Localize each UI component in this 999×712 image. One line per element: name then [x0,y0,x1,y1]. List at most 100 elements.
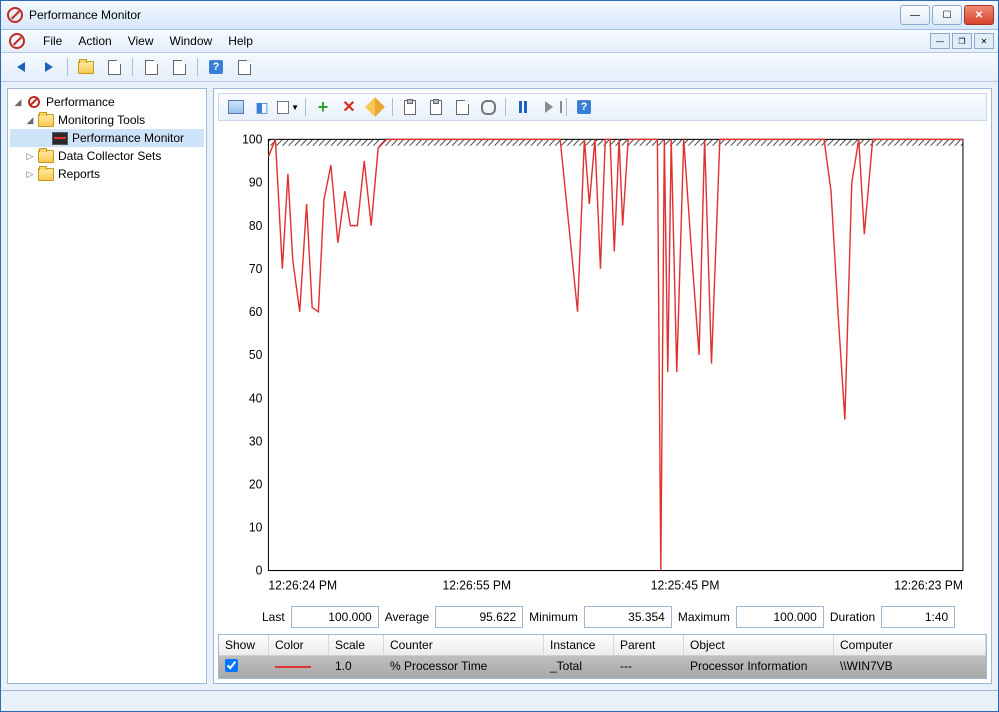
app-icon [7,7,23,23]
app-icon-small [9,33,25,49]
tree-node-data-collector-sets[interactable]: ▷ Data Collector Sets [10,147,204,165]
cell-instance: _Total [544,656,614,678]
nav-forward-button[interactable] [36,55,62,79]
svg-text:80: 80 [249,219,263,233]
pause-icon [519,101,527,113]
graph-icon [228,100,244,114]
properties-button[interactable] [138,55,164,79]
tree-label: Data Collector Sets [58,149,161,163]
tree-node-monitoring-tools[interactable]: ◢ Monitoring Tools [10,111,204,129]
statusbar [1,690,998,711]
tree-label: Monitoring Tools [58,113,145,127]
cube-icon: ◧ [255,99,268,116]
svg-text:90: 90 [249,175,263,189]
paste-button[interactable] [424,95,448,119]
grid-row[interactable]: 1.0 % Processor Time _Total --- Processo… [219,656,986,678]
mdi-minimize-button[interactable]: — [930,33,950,49]
tree-node-performance-monitor[interactable]: Performance Monitor [10,129,204,147]
counter-grid[interactable]: Show Color Scale Counter Instance Parent… [218,634,987,679]
avg-value: 95.622 [435,606,523,628]
nav-tree[interactable]: ◢ Performance ◢ Monitoring Tools Perform… [7,88,207,684]
client-area: ◢ Performance ◢ Monitoring Tools Perform… [1,82,998,690]
menu-file[interactable]: File [35,32,70,50]
last-label: Last [262,610,285,624]
printer-icon [173,60,186,75]
help-icon: ? [577,100,591,114]
view-cube-button[interactable]: ◧ [250,95,274,119]
freeze-button[interactable] [511,95,535,119]
col-computer[interactable]: Computer [834,635,986,655]
up-button[interactable] [73,55,99,79]
col-color[interactable]: Color [269,635,329,655]
max-value: 100.000 [736,606,824,628]
highlight-button[interactable] [363,95,387,119]
min-value: 35.354 [584,606,672,628]
update-button[interactable] [537,95,561,119]
pencil-icon [365,97,385,117]
mdi-close-button[interactable]: ✕ [974,33,994,49]
stats-row: Last 100.000 Average 95.622 Minimum 35.3… [218,602,987,630]
svg-text:70: 70 [249,262,263,276]
color-swatch [275,666,311,668]
grid-header: Show Color Scale Counter Instance Parent… [219,635,986,656]
cell-object: Processor Information [684,656,834,678]
plus-icon: + [318,97,329,118]
app-window: Performance Monitor — ☐ ✕ File Action Vi… [0,0,999,712]
zoom-button[interactable] [476,95,500,119]
view-type-button[interactable]: ▼ [276,95,300,119]
run-button[interactable] [231,55,257,79]
display-type-icon [277,101,289,114]
col-instance[interactable]: Instance [544,635,614,655]
menu-view[interactable]: View [120,32,162,50]
chart-help-button[interactable]: ? [572,95,596,119]
col-show[interactable]: Show [219,635,269,655]
paste-icon [430,100,442,115]
copy-button[interactable] [398,95,422,119]
add-counter-button[interactable]: + [311,95,335,119]
dur-value: 1:40 [881,606,955,628]
svg-text:100: 100 [242,133,262,147]
x-icon: ✕ [342,97,355,117]
tree-label: Performance [46,95,115,109]
svg-text:30: 30 [249,434,263,448]
folder-icon [38,150,54,163]
svg-text:20: 20 [249,477,263,491]
delete-counter-button[interactable]: ✕ [337,95,361,119]
folder-icon [38,168,54,181]
content-panel: ◧ ▼ + ✕ ? 010203040506070809010012:26:24… [213,88,992,684]
maximize-button[interactable]: ☐ [932,5,962,25]
cell-show[interactable] [219,656,269,678]
show-tree-button[interactable] [101,55,127,79]
show-checkbox[interactable] [225,659,238,672]
svg-text:12:26:55 PM: 12:26:55 PM [442,578,511,592]
run-icon [238,60,251,75]
line-chart: 010203040506070809010012:26:24 PM12:26:5… [222,133,969,598]
col-parent[interactable]: Parent [614,635,684,655]
menu-action[interactable]: Action [70,32,119,50]
col-object[interactable]: Object [684,635,834,655]
folder-icon [38,114,54,127]
svg-text:12:26:24 PM: 12:26:24 PM [268,578,337,592]
help-button[interactable]: ? [203,55,229,79]
mdi-restore-button[interactable]: ❐ [952,33,972,49]
svg-text:12:26:23 PM: 12:26:23 PM [894,578,963,592]
tree-node-performance[interactable]: ◢ Performance [10,93,204,111]
menu-window[interactable]: Window [162,32,221,50]
window-title: Performance Monitor [29,8,900,22]
tree-node-reports[interactable]: ▷ Reports [10,165,204,183]
menu-help[interactable]: Help [220,32,261,50]
chart-toolbar: ◧ ▼ + ✕ ? [218,93,987,121]
minimize-button[interactable]: — [900,5,930,25]
panel-icon [108,60,121,75]
close-button[interactable]: ✕ [964,5,994,25]
col-counter[interactable]: Counter [384,635,544,655]
view-graph-button[interactable] [224,95,248,119]
last-value: 100.000 [291,606,379,628]
nav-back-button[interactable] [8,55,34,79]
col-scale[interactable]: Scale [329,635,384,655]
print-button[interactable] [166,55,192,79]
properties-button[interactable] [450,95,474,119]
svg-text:12:25:45 PM: 12:25:45 PM [651,578,720,592]
main-toolbar: ? [1,53,998,82]
monitor-icon [52,132,68,145]
